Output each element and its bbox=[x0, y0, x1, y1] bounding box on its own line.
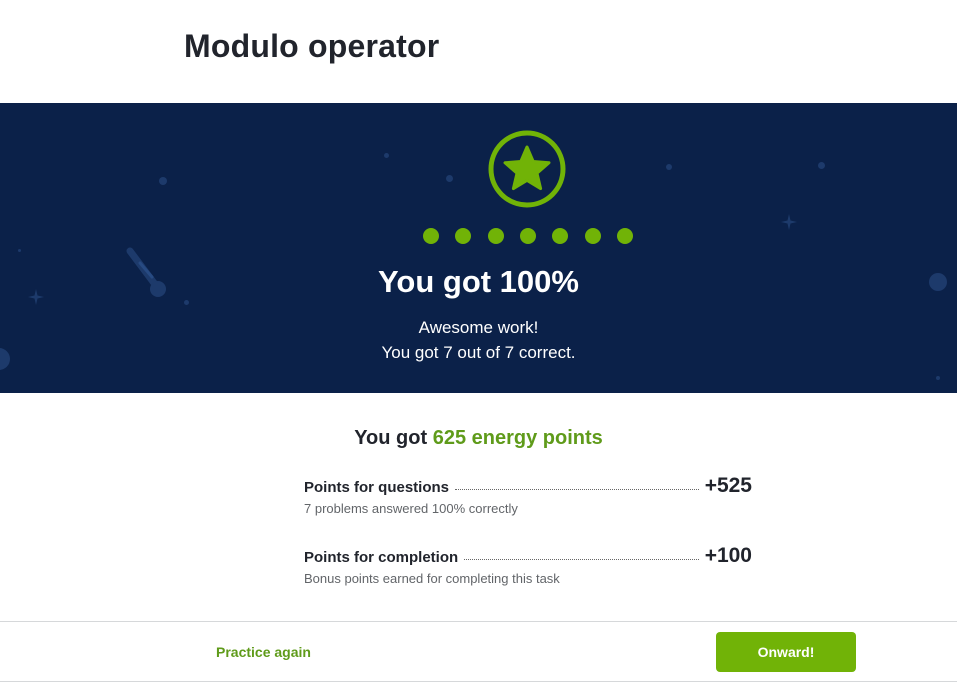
energy-prefix: You got bbox=[354, 427, 428, 449]
header: Modulo operator bbox=[0, 0, 957, 103]
onward-button[interactable]: Onward! bbox=[716, 632, 856, 672]
progress-dot bbox=[423, 228, 439, 244]
decorative-dot bbox=[159, 177, 167, 185]
points-row-questions: Points for questions +525 7 problems ans… bbox=[304, 474, 752, 516]
practice-again-link[interactable]: Practice again bbox=[216, 644, 311, 660]
points-description: 7 problems answered 100% correctly bbox=[304, 501, 518, 516]
progress-dot bbox=[487, 228, 504, 244]
results-banner: You got 100% Awesome work! You got 7 out… bbox=[0, 103, 957, 393]
decorative-dot bbox=[936, 376, 940, 380]
decorative-dot bbox=[384, 153, 389, 158]
progress-dot bbox=[552, 228, 569, 244]
points-label: Points for questions bbox=[304, 479, 450, 496]
points-description: Bonus points earned for completing this … bbox=[304, 571, 560, 586]
points-value: +100 bbox=[704, 544, 752, 567]
energy-points-value: 625 energy points bbox=[432, 427, 603, 449]
decorative-dot bbox=[18, 249, 21, 252]
question-progress-dots bbox=[423, 228, 633, 244]
dotted-leader bbox=[455, 489, 699, 490]
result-detail: You got 7 out of 7 correct. bbox=[381, 343, 576, 362]
decorative-dot bbox=[184, 300, 189, 305]
footer-bottom-border bbox=[0, 681, 957, 682]
points-label: Points for completion bbox=[304, 549, 459, 566]
sparkle-icon bbox=[781, 214, 797, 230]
energy-points-summary: You got 625 energy points bbox=[0, 427, 957, 450]
points-value: +525 bbox=[704, 474, 752, 497]
result-message: Awesome work! bbox=[418, 318, 539, 337]
progress-dot bbox=[519, 228, 536, 244]
dotted-leader bbox=[464, 559, 699, 560]
footer-divider bbox=[0, 621, 957, 622]
decorative-dot bbox=[446, 175, 453, 182]
points-row-completion: Points for completion +100 Bonus points … bbox=[304, 544, 752, 586]
page-title: Modulo operator bbox=[184, 28, 440, 64]
decorative-dot bbox=[666, 164, 672, 170]
result-headline: You got 100% bbox=[378, 264, 579, 299]
progress-dot bbox=[455, 228, 472, 244]
progress-dot bbox=[616, 228, 633, 244]
decorative-dot bbox=[818, 162, 825, 169]
progress-dot bbox=[584, 228, 601, 244]
star-badge-icon bbox=[488, 130, 566, 208]
